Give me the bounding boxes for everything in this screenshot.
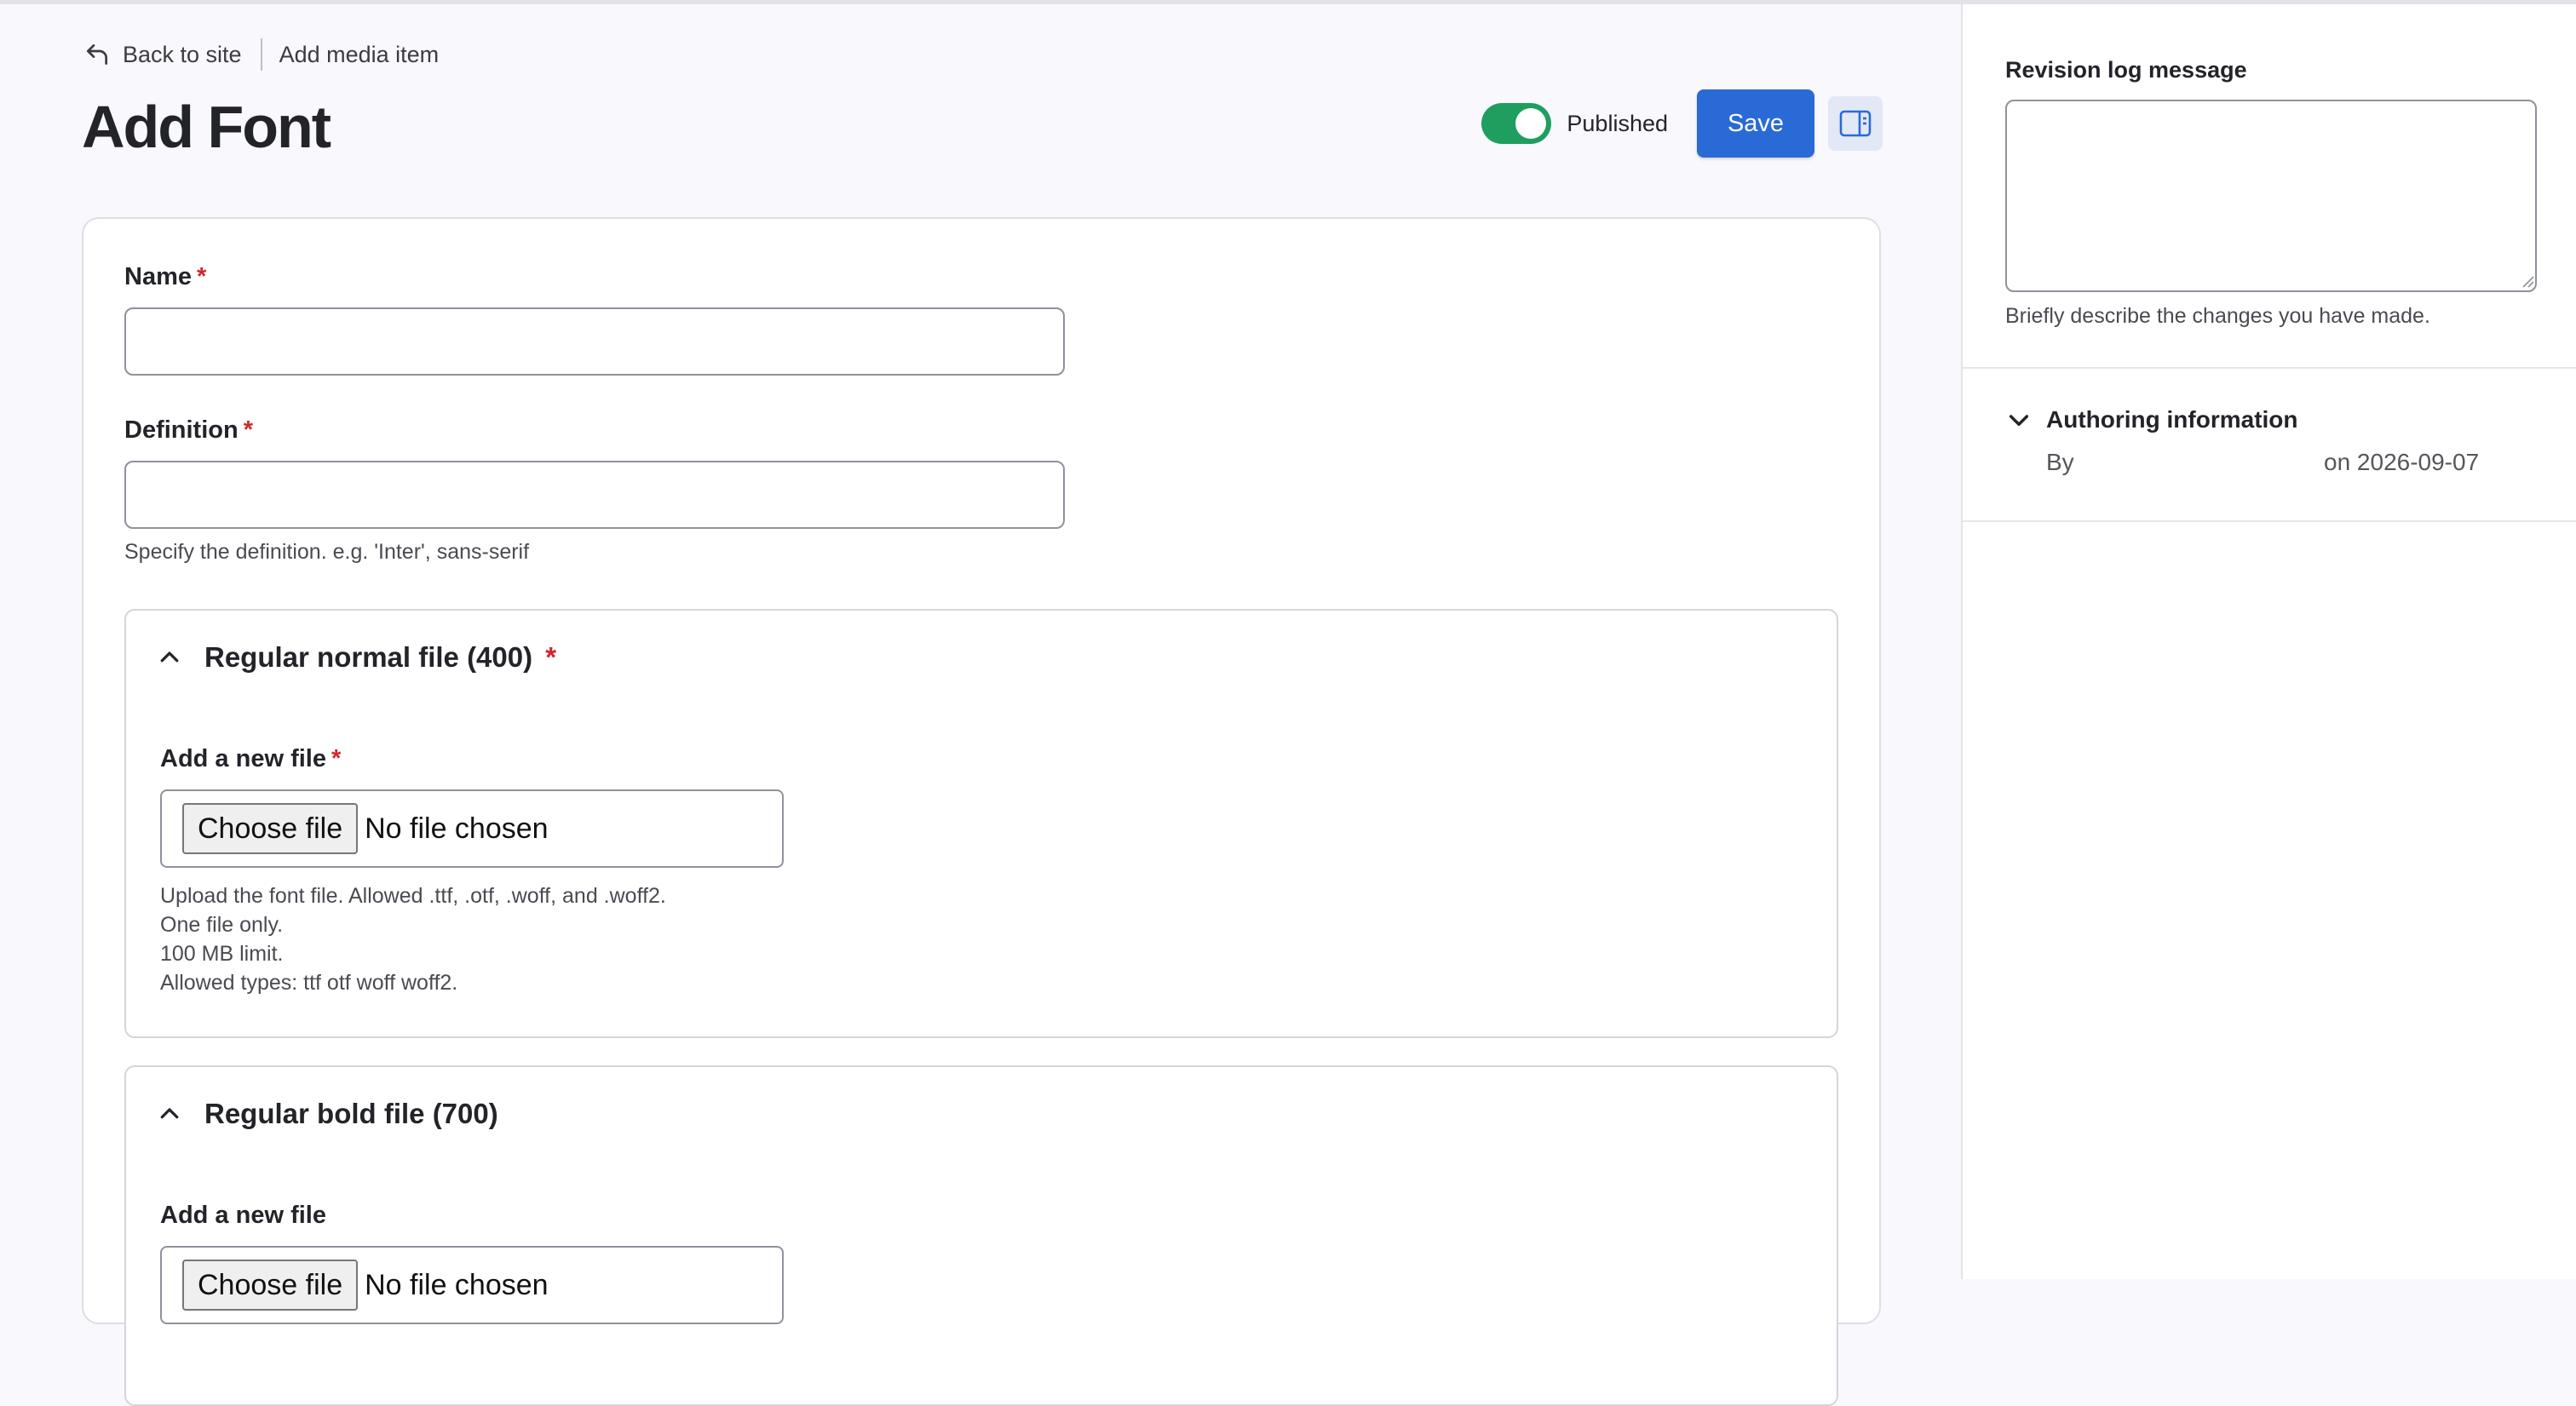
authoring-info-summary[interactable]: Authoring information	[2005, 406, 2298, 433]
regular-file-summary[interactable]: Regular normal file (400) *	[157, 641, 556, 674]
published-toggle[interactable]	[1481, 103, 1552, 144]
regular-file-summary-label: Regular normal file (400) *	[204, 641, 556, 674]
sidebar-panel-icon	[1839, 110, 1872, 137]
resize-handle-icon[interactable]	[2520, 273, 2535, 289]
regular-file-input: Choose file No file chosen	[160, 789, 784, 868]
choose-file-button[interactable]: Choose file	[182, 803, 359, 854]
page-title: Add Font	[82, 94, 331, 160]
name-label-text: Name	[124, 263, 192, 290]
bold-file-summary[interactable]: Regular bold file (700)	[157, 1098, 498, 1130]
chevron-up-icon	[160, 1108, 179, 1119]
revision-log-description: Briefly describe the changes you have ma…	[2005, 304, 2430, 328]
add-file-label: Add a new file *	[160, 745, 341, 773]
breadcrumb-current: Add media item	[279, 41, 440, 67]
bold-file-input: Choose file No file chosen	[160, 1246, 784, 1324]
add-file-label-text: Add a new file	[160, 745, 326, 772]
breadcrumb: Back to site Add media item	[83, 35, 439, 74]
sidebar-toggle-button[interactable]	[1828, 96, 1883, 151]
required-marker: *	[243, 416, 253, 444]
bold-file-details: Regular bold file (700) Add a new file C…	[124, 1065, 1838, 1406]
authored-date: on 2026-09-07	[2324, 449, 2480, 475]
back-to-site-label: Back to site	[123, 41, 242, 67]
required-marker: *	[545, 641, 557, 673]
name-label: Name *	[124, 263, 206, 291]
definition-input[interactable]	[124, 461, 1065, 529]
save-button[interactable]: Save	[1697, 89, 1814, 158]
main-content: Back to site Add media item Add Font Pub…	[0, 4, 1961, 1406]
back-arrow-icon	[87, 44, 107, 65]
file-help-line: Allowed types: ttf otf woff woff2.	[160, 971, 458, 995]
author-by-label: By	[2046, 449, 2074, 475]
definition-label: Definition *	[124, 416, 253, 445]
header-actions: Published Save	[1481, 89, 1883, 158]
form-card: Name * Definition * Specify the definition…	[82, 217, 1881, 1406]
authoring-info-label: Authoring information	[2046, 406, 2298, 433]
regular-file-summary-text: Regular normal file (400)	[204, 641, 533, 673]
breadcrumb-divider	[260, 38, 262, 71]
required-marker: *	[197, 263, 207, 290]
no-bold-file-chosen-text: No file chosen	[365, 1268, 549, 1301]
divider	[1963, 520, 2576, 522]
back-to-site-link[interactable]: Back to site	[83, 41, 242, 68]
published-label: Published	[1567, 110, 1668, 136]
file-help-line: 100 MB limit.	[160, 942, 284, 966]
divider	[1963, 367, 2576, 369]
file-help-line: Upload the font file. Allowed .ttf, .otf…	[160, 884, 666, 908]
revision-log-label: Revision log message	[2005, 57, 2247, 83]
name-input[interactable]	[124, 307, 1065, 376]
file-help-line: One file only.	[160, 913, 284, 937]
meta-sidebar: Revision log message Briefly describe th…	[1961, 4, 2576, 1279]
file-help-text: Upload the font file. Allowed .ttf, .otf…	[160, 881, 666, 997]
regular-file-details: Regular normal file (400) * Add a new fi…	[124, 609, 1838, 1038]
no-file-chosen-text: No file chosen	[365, 812, 549, 845]
bold-file-summary-label: Regular bold file (700)	[204, 1098, 498, 1129]
chevron-down-icon	[2009, 415, 2029, 427]
definition-label-text: Definition	[124, 416, 239, 444]
revision-log-textarea[interactable]	[2005, 100, 2537, 292]
toggle-knob	[1515, 108, 1547, 139]
required-marker: *	[331, 745, 342, 772]
choose-bold-file-button[interactable]: Choose file	[182, 1260, 359, 1311]
definition-description: Specify the definition. e.g. 'Inter', sa…	[124, 540, 530, 564]
add-bold-file-label: Add a new file	[160, 1202, 326, 1229]
chevron-up-icon	[160, 651, 179, 663]
